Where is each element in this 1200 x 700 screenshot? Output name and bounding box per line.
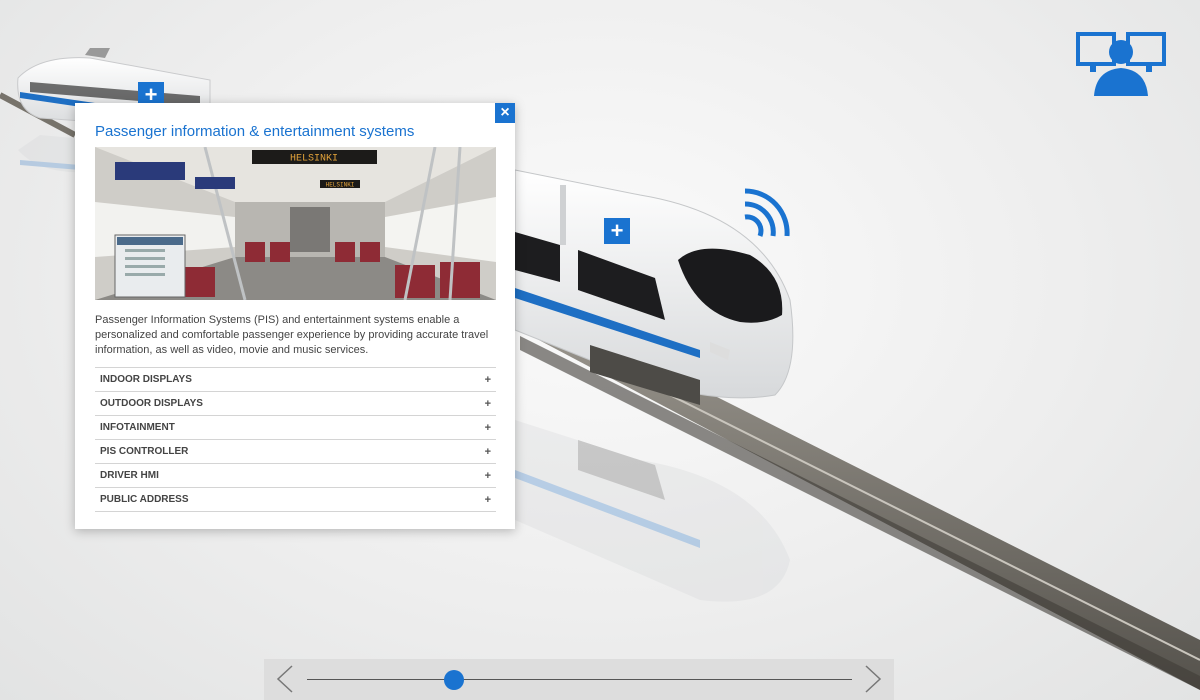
photo-destination-sign: HELSINKI — [290, 154, 338, 165]
operator-monitor-icon[interactable] — [1076, 30, 1166, 96]
slider-thumb[interactable] — [444, 670, 465, 690]
accordion-item-label: DRIVER HMI — [100, 470, 159, 481]
accordion-item-pis-controller[interactable]: PIS CONTROLLER + — [95, 439, 496, 463]
expand-plus-icon: + — [484, 493, 491, 506]
accordion-list: INDOOR DISPLAYS + OUTDOOR DISPLAYS + INFOT… — [95, 367, 496, 512]
chevron-left-icon[interactable] — [276, 665, 294, 693]
accordion-item-outdoor-displays[interactable]: OUTDOOR DISPLAYS + — [95, 391, 496, 415]
expand-plus-icon: + — [484, 397, 491, 410]
close-button[interactable]: × — [495, 103, 515, 123]
expand-plus-icon: + — [484, 469, 491, 482]
front-train-hotspot-button[interactable]: + — [604, 218, 630, 244]
slider-track[interactable] — [307, 679, 852, 680]
main-train — [514, 169, 794, 602]
accordion-item-label: PUBLIC ADDRESS — [100, 494, 189, 505]
panel-title: Passenger information & entertainment sy… — [95, 123, 415, 140]
timeline-slider — [264, 659, 894, 700]
expand-plus-icon: + — [484, 445, 491, 458]
accordion-item-indoor-displays[interactable]: INDOOR DISPLAYS + — [95, 367, 496, 391]
accordion-item-label: INFOTAINMENT — [100, 422, 175, 433]
accordion-item-infotainment[interactable]: INFOTAINMENT + — [95, 415, 496, 439]
train-interior-photo: HELSINKI HELSINKI — [95, 147, 496, 300]
accordion-item-driver-hmi[interactable]: DRIVER HMI + — [95, 463, 496, 487]
accordion-item-label: OUTDOOR DISPLAYS — [100, 398, 203, 409]
expand-plus-icon: + — [484, 373, 491, 386]
info-panel: × Passenger information & entertainment … — [75, 103, 515, 529]
accordion-item-label: PIS CONTROLLER — [100, 446, 189, 457]
chevron-right-icon[interactable] — [864, 665, 882, 693]
expand-plus-icon: + — [484, 421, 491, 434]
panel-description: Passenger Information Systems (PIS) and … — [95, 314, 489, 356]
accordion-item-public-address[interactable]: PUBLIC ADDRESS + — [95, 487, 496, 512]
accordion-item-label: INDOOR DISPLAYS — [100, 374, 192, 385]
photo-destination-sign-2: HELSINKI — [326, 182, 355, 189]
wireless-signal-icon — [744, 188, 790, 237]
